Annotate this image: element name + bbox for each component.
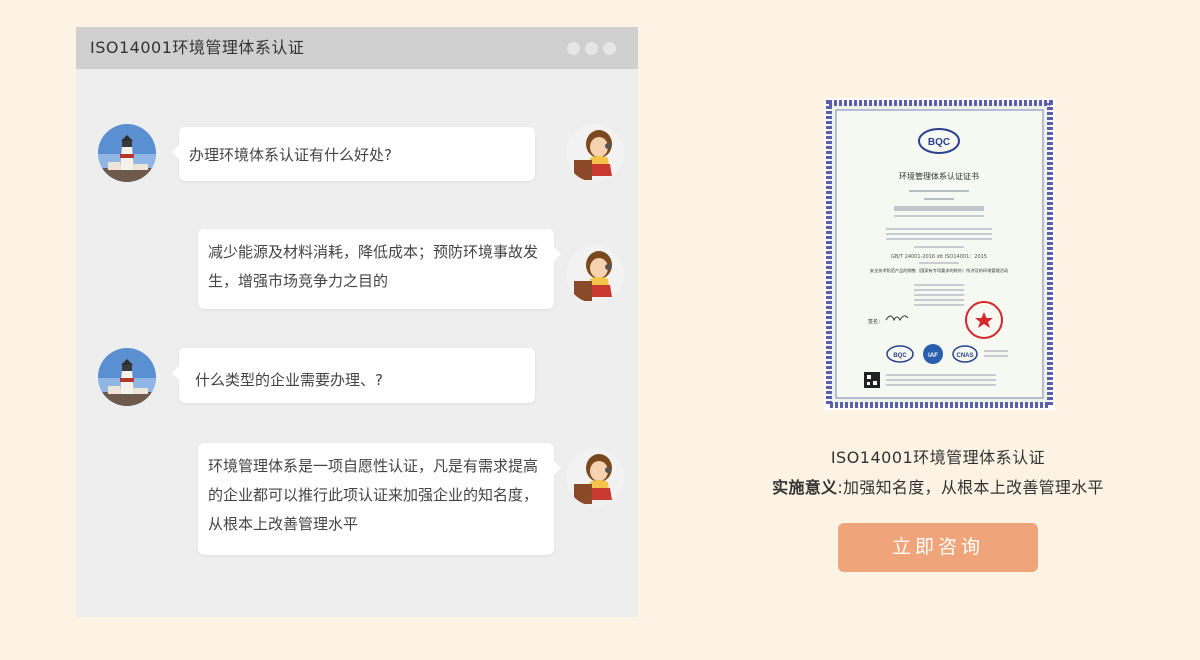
- chat-window: ISO14001环境管理体系认证 办理环境体系认证有什么好处? 减少能源及材料消…: [76, 27, 638, 617]
- user-avatar-lighthouse-icon: [98, 348, 156, 406]
- message-text: 环境管理体系是一项自愿性认证，凡是有需求提高的企业都可以推行此项认证来加强企业的…: [208, 457, 539, 533]
- user-avatar-lighthouse-icon: [98, 124, 156, 182]
- chat-bubble-answer: 环境管理体系是一项自愿性认证，凡是有需求提高的企业都可以推行此项认证来加强企业的…: [198, 443, 561, 555]
- cert-sign-label: 签名：: [868, 318, 883, 325]
- certificate-caption: ISO14001环境管理体系认证: [830, 448, 1046, 467]
- significance-text: :加强知名度，从根本上改善管理水平: [837, 478, 1104, 497]
- chat-bubble-question: 办理环境体系认证有什么好处?: [172, 127, 535, 181]
- agent-avatar-icon: [566, 245, 624, 303]
- chat-title: ISO14001环境管理体系认证: [90, 38, 305, 57]
- window-dot-icon[interactable]: [585, 42, 598, 55]
- iaf-badge-icon: IAF: [923, 344, 943, 364]
- cert-scope: 安全技术防范产品的销售（国家有专项要求的除外）所涉及的环境管理活动: [870, 267, 1008, 274]
- certificate-image: BQC 环境管理体系认证证书 GB/T 24001-2016 idt ISO14…: [824, 98, 1055, 410]
- qr-code-icon: [864, 372, 880, 388]
- consult-now-button[interactable]: 立即咨询: [838, 523, 1038, 572]
- badge-iaf-text: IAF: [928, 353, 938, 359]
- cert-logo-text: BQC: [928, 137, 950, 148]
- cert-title: 环境管理体系认证证书: [899, 171, 979, 181]
- significance-label: 实施意义: [772, 478, 838, 497]
- chat-bubble-question: 什么类型的企业需要办理、?: [172, 348, 535, 403]
- certificate-significance: 实施意义:加强知名度，从根本上改善管理水平: [700, 474, 1176, 498]
- message-text: 办理环境体系认证有什么好处?: [189, 146, 392, 164]
- window-controls: [562, 40, 616, 59]
- chat-titlebar: ISO14001环境管理体系认证: [76, 27, 638, 69]
- badge-bqc-text: BQC: [893, 353, 907, 359]
- cert-standard: GB/T 24001-2016 idt ISO14001：2015: [891, 254, 987, 260]
- agent-avatar-icon: [566, 448, 624, 506]
- message-text: 什么类型的企业需要办理、?: [195, 371, 383, 389]
- window-dot-icon[interactable]: [567, 42, 580, 55]
- message-text: 减少能源及材料消耗，降低成本；预防环境事故发生，增强市场竞争力之目的: [208, 243, 539, 290]
- badge-cnas-text: CNAS: [956, 353, 973, 359]
- window-dot-icon[interactable]: [603, 42, 616, 55]
- chat-bubble-answer: 减少能源及材料消耗，降低成本；预防环境事故发生，增强市场竞争力之目的: [198, 229, 561, 309]
- agent-avatar-icon: [566, 124, 624, 182]
